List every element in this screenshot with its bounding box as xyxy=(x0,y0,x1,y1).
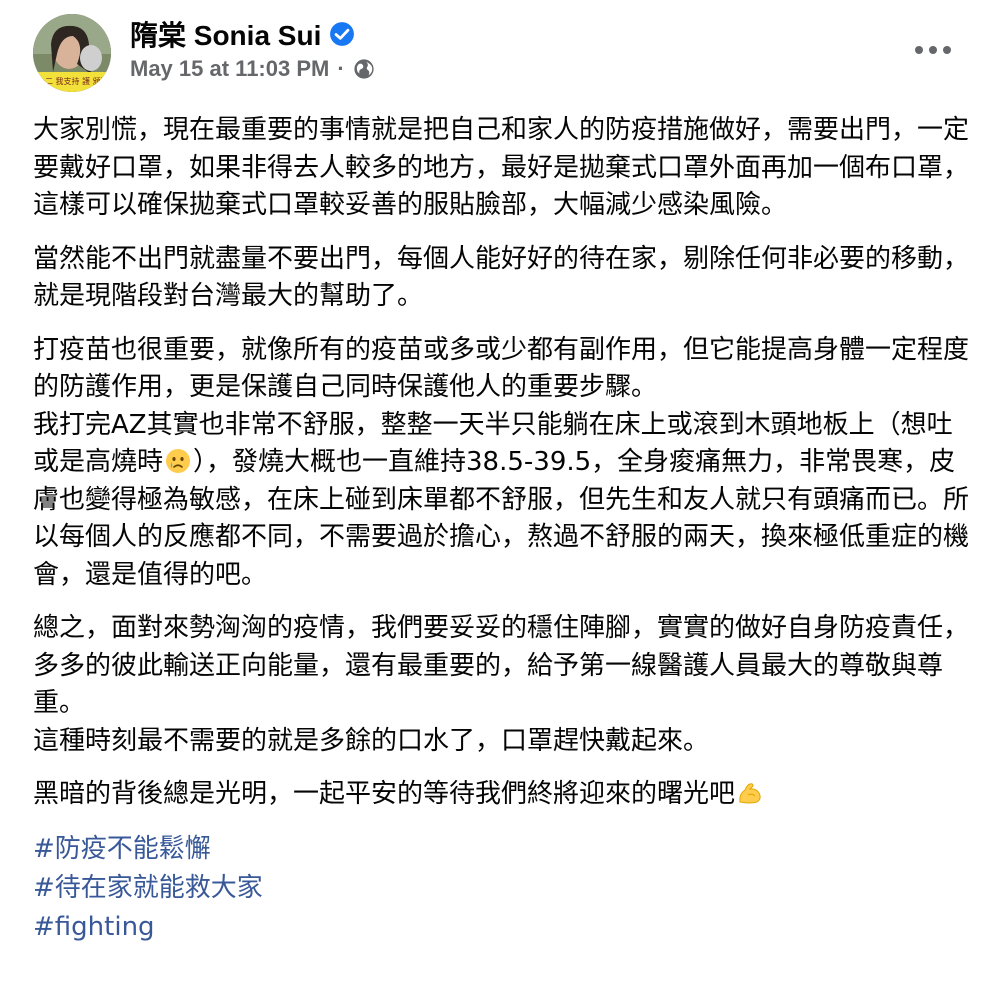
post-meta: May 15 at 11:03 PM · xyxy=(130,56,375,82)
author-name-row: 隋棠 Sonia Sui xyxy=(130,14,355,54)
globe-icon[interactable] xyxy=(353,58,375,80)
hashtag-list: #防疫不能鬆懈 #待在家就能救大家 #fighting xyxy=(33,830,978,947)
meta-separator: · xyxy=(337,56,345,81)
post-body: 大家別慌，現在最重要的事情就是把自己和家人的防疫措施做好，需要出門，一定要戴好口… xyxy=(33,112,978,947)
post-paragraph: 當然能不出門就盡量不要出門，每個人能好好的待在家，剔除任何非必要的移動，就是現階… xyxy=(33,243,970,312)
post-header: 十二 我支持 護 頒獲 不 隋棠 Sonia Sui May 15 at 11:… xyxy=(0,0,1008,110)
more-options-icon xyxy=(915,46,923,54)
flexed-biceps-emoji-icon xyxy=(739,783,761,804)
verified-badge-icon xyxy=(330,22,355,46)
avatar[interactable]: 十二 我支持 護 頒獲 不 xyxy=(33,14,111,92)
author-name[interactable]: 隋棠 Sonia Sui xyxy=(130,14,321,54)
avatar-sign-text: 十二 我支持 護 頒獲 不 xyxy=(37,76,111,86)
hashtag-link[interactable]: #待在家就能救大家 xyxy=(33,869,978,908)
post-paragraph: 總之，面對來勢洶洶的疫情，我們要妥妥的穩住陣腳，實實的做好自身防疫責任，多多的彼… xyxy=(33,613,970,756)
post-paragraph-with-emoji: 黑暗的背後總是光明，一起平安的等待我們終將迎來的曙光吧 xyxy=(33,776,978,814)
more-options-icon xyxy=(943,46,951,54)
avatar-photo: 十二 我支持 護 頒獲 不 xyxy=(33,14,111,92)
post-timestamp[interactable]: May 15 at 11:03 PM xyxy=(130,56,329,82)
hashtag-link[interactable]: #防疫不能鬆懈 xyxy=(33,830,978,869)
post-paragraph-text: 黑暗的背後總是光明，一起平安的等待我們終將迎來的曙光吧 xyxy=(33,779,736,809)
more-options-button[interactable] xyxy=(905,32,961,68)
post-paragraph: 大家別慌，現在最重要的事情就是把自己和家人的防疫措施做好，需要出門，一定要戴好口… xyxy=(33,115,970,220)
hashtag-link[interactable]: #fighting xyxy=(33,908,978,947)
crying-face-emoji-icon xyxy=(166,449,191,473)
more-options-icon xyxy=(929,46,937,54)
post-paragraph-with-emoji: 打疫苗也很重要，就像所有的疫苗或多或少都有副作用，但它能提高身體一定程度的防護作… xyxy=(33,332,978,595)
